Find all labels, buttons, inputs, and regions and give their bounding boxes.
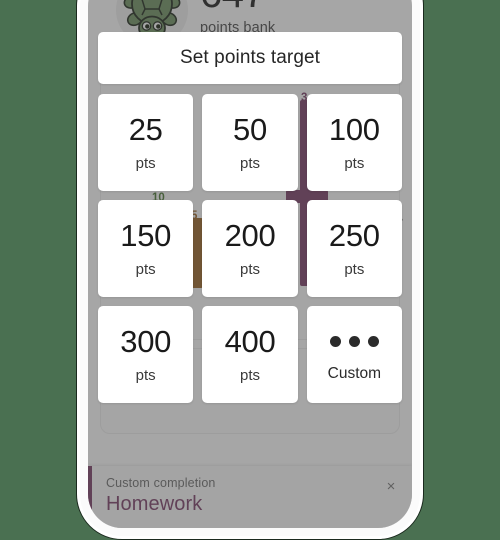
- points-tile-value: 250: [328, 217, 380, 253]
- points-tile-unit: pts: [239, 154, 260, 172]
- toast-body: Custom completion Homework: [106, 476, 378, 516]
- points-tile-value: 150: [120, 217, 172, 253]
- points-tile-value: 50: [233, 111, 267, 147]
- ellipsis-icon: [329, 326, 379, 357]
- points-tile-value: 300: [120, 323, 172, 359]
- points-tile-200[interactable]: 200 pts: [202, 200, 298, 297]
- points-tile-25[interactable]: 25 pts: [98, 94, 194, 191]
- points-tile-value: 25: [128, 111, 163, 147]
- set-points-target-modal: Set points target 25 pts 50 pts 100 pts …: [88, 32, 412, 403]
- toast-accent-bar: [88, 466, 92, 528]
- points-tile-unit: pts: [344, 154, 365, 172]
- points-tile-100[interactable]: 100 pts: [306, 94, 402, 191]
- points-tile-custom-label: Custom: [327, 365, 382, 382]
- points-tile-unit: pts: [239, 366, 260, 384]
- points-tile-value: 400: [224, 323, 276, 359]
- points-grid: 25 pts 50 pts 100 pts 150 pts 200 pts 25…: [98, 94, 402, 403]
- points-tile-value: 100: [328, 111, 380, 147]
- points-tile-unit: pts: [344, 260, 365, 278]
- set-points-target-button[interactable]: Set points target: [98, 32, 402, 84]
- scene: 647 points bank 3 5 10: [0, 0, 500, 540]
- points-tile-value: 200: [224, 217, 276, 253]
- points-tile-custom[interactable]: Custom: [306, 306, 402, 403]
- points-tile-50[interactable]: 50 pts: [202, 94, 298, 191]
- points-tile-400[interactable]: 400 pts: [202, 306, 298, 403]
- ellipsis-dot: [329, 336, 341, 347]
- points-tile-300[interactable]: 300 pts: [98, 306, 194, 403]
- toast-kicker: Custom completion: [106, 476, 216, 490]
- points-tile-unit: pts: [239, 260, 260, 278]
- ellipsis-dot: [367, 336, 379, 347]
- points-tile-unit: pts: [135, 154, 156, 172]
- ellipsis-dot: [348, 336, 360, 347]
- points-tile-150[interactable]: 150 pts: [98, 200, 194, 297]
- points-tile-250[interactable]: 250 pts: [306, 200, 402, 297]
- custom-completion-toast[interactable]: Custom completion Homework ×: [88, 466, 412, 528]
- points-tile-unit: pts: [135, 366, 156, 384]
- toast-title: Homework: [106, 493, 203, 515]
- close-icon[interactable]: ×: [382, 478, 400, 496]
- phone-screen: 647 points bank 3 5 10: [88, 0, 412, 528]
- points-tile-unit: pts: [135, 260, 156, 278]
